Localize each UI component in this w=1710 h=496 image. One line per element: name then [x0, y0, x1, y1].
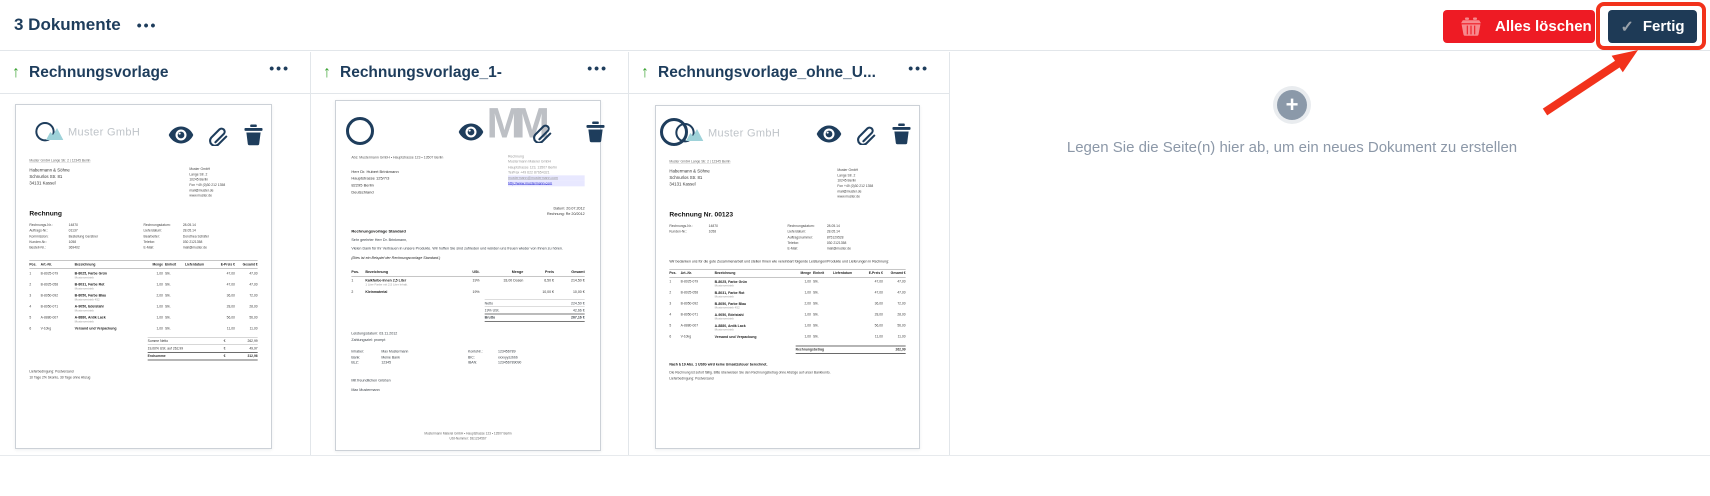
footer-lines: Die Rechnung ist sofort fällig. Bitte üb…	[669, 370, 831, 381]
dropzone-hint: Legen Sie die Seite(n) hier ab, um ein n…	[1066, 139, 1518, 156]
upload-arrow-icon: ↑	[12, 63, 20, 81]
table-row: 3 B-8050-092 B-8050, Farbe Blau Mustervert…	[669, 301, 906, 310]
card-more-menu-icon[interactable]: •••	[269, 61, 290, 75]
delete-trash-icon[interactable]	[244, 124, 263, 146]
delete-trash-icon[interactable]	[586, 121, 605, 143]
select-page-checkbox[interactable]	[346, 117, 374, 145]
card-header: ↑ Rechnungsvorlage_ohne_U... •••	[629, 52, 949, 94]
date-block: Datum: 20.07.2012 Rechnung: Re 20/2012	[546, 206, 585, 217]
card-title: Rechnungsvorlage_1-	[340, 63, 502, 81]
totals-block: Rechnungsbetrag 262,99	[795, 345, 906, 354]
logo-mountain-icon	[45, 127, 64, 140]
sender-line: Muster GmbH Lange Str. 2 | 12345 Berlin	[669, 159, 731, 164]
invoice-heading: Rechnung Nr. 00123	[669, 210, 734, 219]
documents-panel: ↑ Rechnungsvorlage ••• Muster GmbH Muste…	[0, 52, 1710, 456]
table-header: Pos. Art.-Nr. Bezeichnung Menge Einheit Liefe…	[29, 260, 258, 269]
intro-paragraph: Wir bedanken uns für die gute Zusammenar…	[669, 259, 890, 264]
document-thumbnail[interactable]: Muster GmbH Muster GmbH Lange Str. 2 | 1…	[655, 105, 920, 449]
table-row: 5 A-8880-007 A-8880, Antik Lack Mustervert…	[29, 315, 258, 323]
document-thumbnail[interactable]: MM Abs: Mustermann GmbH • Hauptstrasse 1…	[335, 100, 605, 451]
company-block: Rechnung Mustermann Malerei GmbH Hauptstra…	[507, 154, 585, 196]
totals-block: Summe Netto €262,99 19,00% USt. auf 262,99…	[147, 337, 258, 361]
mini-letter-invoice: MM Abs: Mustermann GmbH • Hauptstrasse 1…	[336, 101, 600, 450]
table-row: 6 V-10kg Versand und Verpackung 1,00 Stk. …	[29, 326, 258, 331]
documents-more-menu-icon[interactable]: •••	[137, 18, 158, 32]
document-thumbnail[interactable]: Muster GmbH Muster GmbH Lange Str. 2 | 1…	[15, 104, 272, 449]
table-row: 5 A-8880-007 A-8880, Antik Lack Mustervert…	[669, 323, 906, 332]
link: http://www.mustermann.com	[507, 180, 585, 187]
bank-details: Inhaber: Max Mustermann Bank: Meine Bank BLZ…	[351, 349, 522, 365]
table-row: 2 B-8025-058 B-8031, Farbe Rot Mustervertr…	[29, 282, 258, 290]
sender-line: Muster GmbH Lange Str. 2 | 12345 Berlin	[29, 158, 91, 163]
table-row: 1 B-8025-079 B-8025, Farbe Grün Mustervert…	[29, 271, 258, 279]
tax-note: Nach § 19 Abs. 1 UStG wird keine Umsatzs…	[669, 362, 768, 367]
add-document-button[interactable]: +	[1273, 86, 1311, 124]
preview-eye-icon[interactable]	[458, 123, 484, 141]
card-more-menu-icon[interactable]: •••	[908, 61, 929, 75]
document-card-rechnungsvorlage: ↑ Rechnungsvorlage ••• Muster GmbH Muste…	[0, 52, 311, 455]
recipient-block: Herr Dr. Hubert Brinkmann Hauptstrasse 12…	[351, 169, 399, 195]
footer-lines: Lieferbedingung: Postversand 10 Tage 2% S…	[29, 369, 91, 380]
select-page-checkbox[interactable]	[660, 118, 688, 146]
upload-arrow-icon: ↑	[641, 63, 649, 81]
new-document-dropzone[interactable]: + Legen Sie die Seite(n) hier ab, um ein…	[950, 52, 1710, 455]
totals-block: Netto 224,50 €19% USt. 42,66 € Brutto 267,16…	[484, 299, 585, 322]
card-header: ↑ Rechnungsvorlage_1- •••	[311, 52, 628, 94]
footer-lines: Mustermann Malerei GmbH • Hauptstrasse 1…	[424, 431, 512, 441]
delete-all-label: Alles löschen	[1495, 18, 1592, 35]
page-title: 3 Dokumente	[14, 15, 121, 34]
company-block: Muster GmbH Lange Str. 2 10245 Berlin Fon +…	[189, 167, 226, 198]
card-title: Rechnungsvorlage	[29, 63, 169, 81]
table-row: 1 Kalkfarbe-Innen 2,5 Liter 1 Liter Farbe…	[351, 278, 585, 287]
table-row: 2 B-8025-058 B-8031, Farbe Rot Mustervertr…	[669, 290, 906, 299]
table-header: Pos. Bezeichnung USt. Menge Preis Gesamt	[351, 268, 585, 277]
invoice-heading: Rechnung	[29, 209, 62, 218]
done-button[interactable]: ✓ Fertig	[1608, 10, 1697, 43]
done-label: Fertig	[1642, 18, 1685, 35]
document-card-rechnungsvorlage-1: ↑ Rechnungsvorlage_1- ••• MM Abs: Muster…	[311, 52, 629, 455]
recipient-block: Habermann & Söhne Schnurlos Str. 81 34131 …	[29, 167, 70, 186]
table-row: 4 B-8050-071 A-9050, Edelstahl Mustervertr…	[29, 304, 258, 312]
subject-line: Rechnungsvorlage Standard	[351, 228, 406, 234]
card-header: ↑ Rechnungsvorlage •••	[0, 52, 310, 94]
plus-icon: +	[1277, 90, 1307, 120]
card-title: Rechnungsvorlage_ohne_U...	[658, 63, 876, 81]
recipient-block: Habermann & Söhne Schnurlos Str. 81 34131 …	[669, 168, 710, 187]
table-row: 4 B-8050-071 A-9050, Edelstahl Mustervertr…	[669, 312, 906, 321]
preview-eye-icon[interactable]	[168, 126, 194, 144]
table-row: 3 B-8050-092 B-8050, Farbe Blau Mustervert…	[29, 293, 258, 301]
attachment-paperclip-icon[interactable]	[856, 123, 878, 145]
attachment-paperclip-icon[interactable]	[532, 121, 554, 143]
preview-eye-icon[interactable]	[816, 125, 842, 143]
dumpster-icon	[1459, 17, 1483, 36]
mini-invoice: Muster GmbH Muster GmbH Lange Str. 2 | 1…	[16, 105, 271, 448]
company-block: Muster GmbH Lange Str. 2 10245 Berlin Fon +…	[837, 168, 874, 199]
table-row: 1 B-8025-079 B-8025, Farbe Grün Mustervert…	[669, 279, 906, 288]
table-row: 6 V-10kg Versand und Verpackung 1,00 Stk. …	[669, 334, 906, 339]
delete-trash-icon[interactable]	[892, 123, 911, 145]
check-icon: ✓	[1620, 18, 1634, 36]
table-row: 2 Kleinmaterial 19% 10,00 €10,00 €	[351, 290, 585, 295]
mini-invoice: Muster GmbH Muster GmbH Lange Str. 2 | 1…	[656, 106, 919, 448]
logo-mountain-icon	[685, 128, 704, 141]
delete-all-button[interactable]: Alles löschen	[1443, 10, 1595, 43]
card-more-menu-icon[interactable]: •••	[587, 61, 608, 75]
attachment-paperclip-icon[interactable]	[208, 124, 230, 146]
document-card-rechnungsvorlage-ohne-ust: ↑ Rechnungsvorlage_ohne_U... ••• Muster …	[629, 52, 950, 455]
table-header: Pos. Art.-Nr. Bezeichnung Menge Einheit Liefe…	[669, 268, 906, 278]
upload-arrow-icon: ↑	[323, 63, 331, 81]
